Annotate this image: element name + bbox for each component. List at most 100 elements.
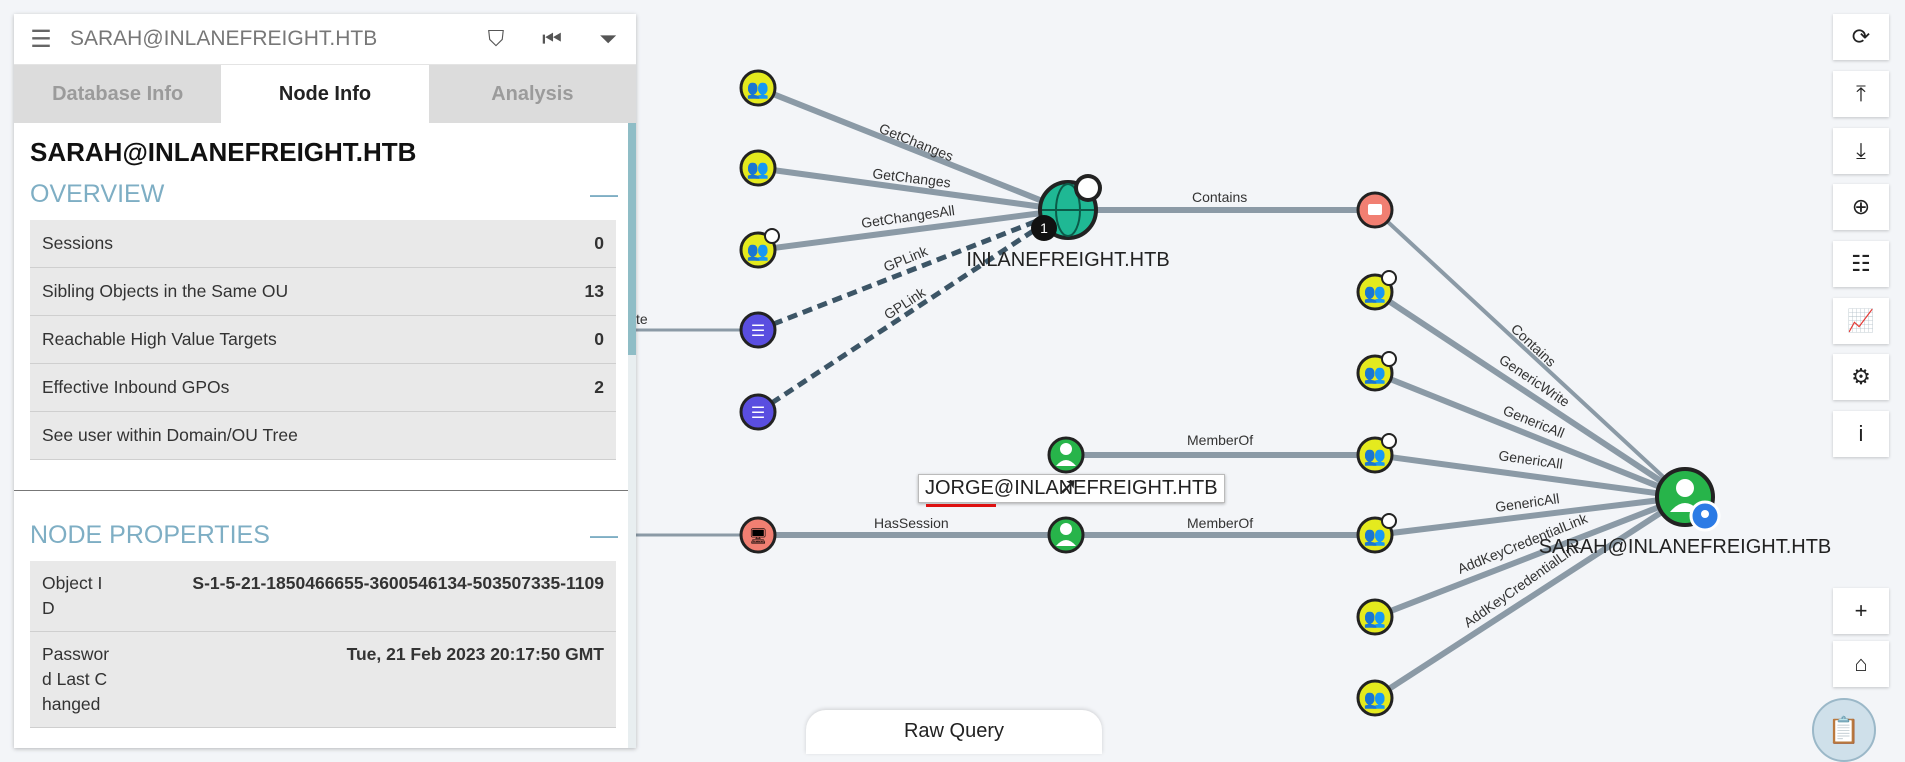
search-bar: ☰ ⛉ ⏮ ⏷	[14, 14, 636, 65]
property-value: S-1-5-21-1850466655-3600546134-503507335…	[192, 573, 604, 593]
info-icon: i	[1858, 421, 1864, 446]
side-panel: ☰ ⛉ ⏮ ⏷ Database Info Node Info Analysis…	[14, 14, 636, 748]
row-value: 0	[594, 233, 604, 253]
search-input[interactable]	[68, 26, 468, 52]
edge-label: MemberOf	[1187, 515, 1253, 531]
node-properties-title: NODE PROPERTIES	[30, 520, 270, 549]
menu-icon[interactable]: ☰	[14, 25, 68, 54]
user-node[interactable]	[1047, 436, 1085, 474]
tab-analysis[interactable]: Analysis	[428, 65, 636, 123]
row-label: Reachable High Value Targets	[42, 329, 277, 349]
overview-row[interactable]: See user within Domain/OU Tree	[30, 412, 616, 460]
overview-row[interactable]: Effective Inbound GPOs 2	[30, 364, 616, 412]
domain-label: INLANEFREIGHT.HTB	[966, 249, 1169, 271]
row-label: Sessions	[42, 233, 114, 253]
upload-icon: ⤒	[1856, 81, 1866, 106]
overview-title: OVERVIEW	[30, 179, 165, 208]
svg-text:👥: 👥	[1364, 364, 1386, 384]
row-label: Sibling Objects in the Same OU	[42, 281, 289, 301]
ou-node[interactable]	[1356, 191, 1394, 229]
overview-header[interactable]: OVERVIEW —	[30, 178, 618, 210]
target-user-node[interactable]	[1655, 467, 1721, 532]
mouse-cursor-icon: ➚	[1058, 473, 1079, 500]
edge-label: GenericAll	[1498, 447, 1564, 472]
svg-text:👥: 👥	[1364, 526, 1386, 546]
tooltip-underline	[926, 504, 996, 507]
tab-database-info[interactable]: Database Info	[14, 65, 222, 123]
edge-label: HasSession	[874, 515, 949, 531]
chart-button[interactable]: 📈	[1833, 298, 1889, 344]
raw-query-bar[interactable]: Raw Query	[806, 710, 1102, 754]
svg-text:🖥: 🖥	[748, 528, 767, 545]
edge-label: GPLink	[881, 242, 930, 274]
info-button[interactable]: i	[1833, 411, 1889, 457]
group-node[interactable]: 👥	[1356, 351, 1397, 392]
panel-tabs: Database Info Node Info Analysis	[14, 65, 636, 123]
user-node[interactable]	[1047, 516, 1085, 554]
collapse-icon[interactable]: —	[590, 519, 618, 551]
import-button[interactable]: ⊕	[1833, 184, 1889, 230]
gpo-node[interactable]: ☰	[739, 311, 777, 349]
zoom-in-button[interactable]: +	[1833, 588, 1889, 634]
query-list-button[interactable]: ☷	[1833, 241, 1889, 287]
svg-text:👥: 👥	[1364, 608, 1386, 628]
node-title: SARAH@INLANEFREIGHT.HTB	[30, 137, 417, 167]
svg-text:👥: 👥	[747, 159, 769, 179]
svg-text:👥: 👥	[1364, 446, 1386, 466]
filter-icon[interactable]: ⏷	[580, 26, 636, 52]
domain-badge: 1	[1040, 220, 1048, 236]
property-key: Password Last Changed	[42, 644, 110, 714]
group-node[interactable]: 👥	[739, 69, 777, 107]
row-value: 2	[594, 377, 604, 397]
home-icon: ⌂	[1854, 651, 1868, 676]
property-row: Object ID S-1-5-21-1850466655-3600546134-…	[30, 561, 616, 632]
settings-icon: ⚙	[1851, 364, 1871, 389]
properties-list: Object ID S-1-5-21-1850466655-3600546134-…	[30, 561, 616, 728]
refresh-button[interactable]: ⟳	[1833, 14, 1889, 60]
node-properties-header[interactable]: NODE PROPERTIES —	[30, 519, 618, 551]
gpo-node[interactable]: ☰	[739, 393, 777, 431]
refresh-icon: ⟳	[1851, 24, 1871, 49]
chart-icon: 📈	[1847, 308, 1875, 333]
group-node[interactable]: 👥	[1356, 679, 1394, 717]
svg-text:👥: 👥	[1364, 283, 1386, 303]
overview-row[interactable]: Reachable High Value Targets 0	[30, 316, 616, 364]
group-node[interactable]: 👥	[739, 149, 777, 187]
home-button[interactable]: ⌂	[1833, 641, 1889, 687]
query-list-icon: ☷	[1851, 251, 1871, 276]
row-label: See user within Domain/OU Tree	[42, 425, 298, 445]
svg-text:☰: ☰	[751, 323, 765, 340]
overview-row[interactable]: Sibling Objects in the Same OU 13	[30, 268, 616, 316]
download-button[interactable]: ⤓	[1833, 128, 1889, 174]
edge-label: te	[636, 311, 648, 327]
property-value: Tue, 21 Feb 2023 20:17:50 GMT	[346, 644, 604, 664]
svg-text:☰: ☰	[751, 405, 765, 422]
zoom-in-icon: +	[1854, 598, 1868, 623]
property-key: Object ID	[42, 573, 103, 618]
overview-list: Sessions 0 Sibling Objects in the Same OU…	[30, 220, 616, 460]
target-label: SARAH@INLANEFREIGHT.HTB	[1539, 536, 1832, 558]
edge-label: Contains	[1192, 189, 1247, 205]
edge-label: MemberOf	[1187, 432, 1253, 448]
group-node[interactable]: 👥	[739, 228, 780, 269]
group-node[interactable]: 👥	[1356, 433, 1397, 474]
computer-node[interactable]: 🖥	[739, 516, 777, 554]
collapse-icon[interactable]: —	[590, 178, 618, 210]
node-info-body[interactable]: SARAH@INLANEFREIGHT.HTB OVERVIEW — Sessi…	[14, 123, 636, 748]
pathfinding-icon[interactable]: ⛉	[468, 26, 524, 52]
group-node[interactable]: 👥	[1356, 513, 1397, 554]
download-icon: ⤓	[1856, 138, 1866, 163]
clipboard-icon[interactable]: 📋	[1812, 698, 1876, 762]
svg-text:👥: 👥	[747, 241, 769, 261]
svg-text:👥: 👥	[747, 79, 769, 99]
group-node[interactable]: 👥	[1356, 598, 1394, 636]
row-value: 0	[594, 329, 604, 349]
svg-text:👥: 👥	[1364, 689, 1386, 709]
overview-row[interactable]: Sessions 0	[30, 220, 616, 268]
domain-node[interactable]: 1	[1031, 174, 1102, 241]
upload-button[interactable]: ⤒	[1833, 71, 1889, 117]
tab-node-info[interactable]: Node Info	[221, 65, 429, 123]
scrollbar-thumb[interactable]	[628, 123, 636, 355]
settings-button[interactable]: ⚙	[1833, 354, 1889, 400]
back-icon[interactable]: ⏮	[524, 26, 580, 52]
